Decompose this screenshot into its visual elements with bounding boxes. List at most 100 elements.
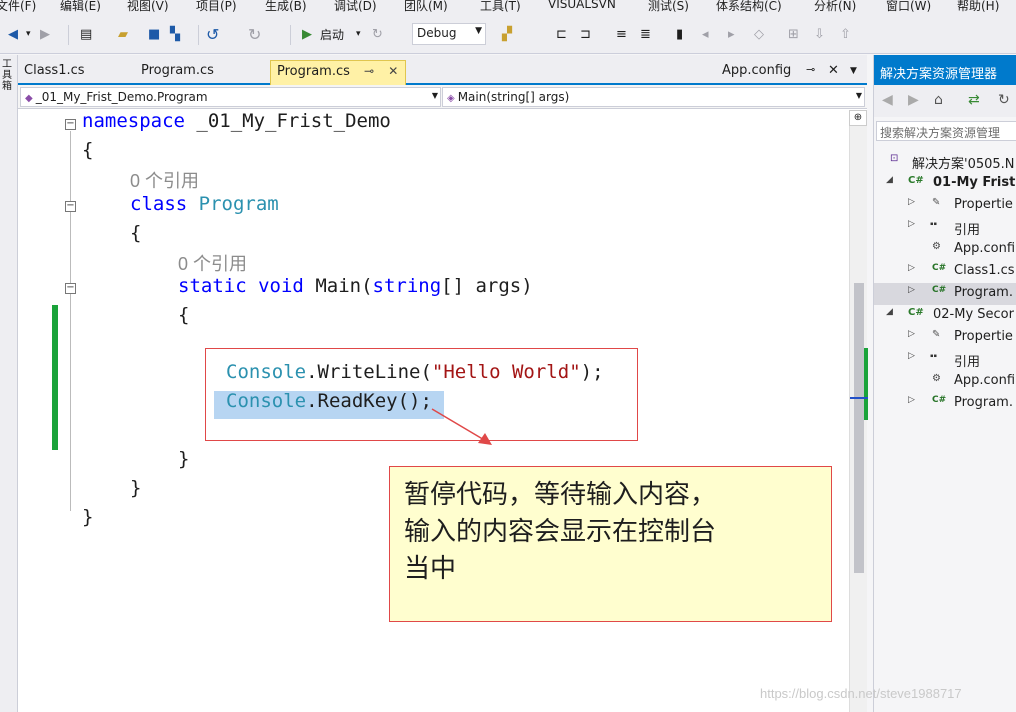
tree-item-class1[interactable]: ▷ C# Class1.cs — [874, 261, 1016, 283]
tree-item-app-config-2[interactable]: ⚙ App.confi — [874, 371, 1016, 393]
tab-label: Class1.cs — [24, 63, 85, 78]
solution-icon: ⊡ — [890, 153, 899, 164]
tab-class1[interactable]: Class1.cs — [18, 60, 91, 85]
collapse-class-icon[interactable]: − — [65, 201, 76, 212]
tree-item-references[interactable]: ▷ ▪▪ 引用 — [874, 217, 1016, 239]
collapse-namespace-icon[interactable]: − — [65, 119, 76, 130]
tree-item-label: Propertie — [954, 329, 1013, 344]
tree-item-app-config[interactable]: ⚙ App.confi — [874, 239, 1016, 261]
refresh-icon[interactable]: ↻ — [998, 92, 1010, 108]
start-dropdown-icon[interactable]: ▾ — [356, 23, 361, 45]
menu-file[interactable]: 文件(F) — [0, 0, 36, 14]
callout-line-2: 输入的内容会显示在控制台 — [404, 517, 717, 547]
pin-icon[interactable]: ⊸ — [806, 63, 815, 76]
tab-dropdown-icon[interactable]: ▼ — [850, 66, 857, 76]
collapse-method-icon[interactable]: − — [65, 283, 76, 294]
member-nav-dropdown[interactable]: ◈ Main(string[] args) ▼ — [442, 87, 865, 107]
code-editor[interactable]: − − − namespace _01_My_Frist_Demo { 0 个引… — [18, 110, 849, 712]
tab-program-active[interactable]: Program.cs ⊸ ✕ — [270, 60, 406, 85]
menu-architecture[interactable]: 体系结构(C) — [716, 0, 782, 14]
collapsed-icon[interactable]: ▷ — [908, 263, 915, 273]
new-project-icon[interactable]: ▤ — [80, 23, 92, 45]
tree-item-solution[interactable]: ⊡ 解决方案'0505.N — [874, 151, 1016, 173]
comment-icon[interactable]: ≡ — [616, 23, 627, 45]
toolbox-strip[interactable]: 工具箱 — [0, 55, 18, 712]
menu-view[interactable]: 视图(V) — [127, 0, 169, 14]
vertical-scrollbar[interactable] — [849, 110, 868, 712]
close-icon[interactable]: ✕ — [828, 63, 839, 78]
menu-edit[interactable]: 编辑(E) — [60, 0, 101, 14]
bookmark-prev-icon[interactable]: ◂ — [702, 23, 709, 45]
sync-icon[interactable]: ⇄ — [968, 92, 980, 108]
tab-app-config[interactable]: App.config — [722, 63, 791, 78]
menu-build[interactable]: 生成(B) — [265, 0, 307, 14]
expanded-icon[interactable]: ◢ — [886, 175, 893, 185]
bookmark-clear-icon[interactable]: ◇ — [754, 23, 764, 45]
redo-icon[interactable]: ↻ — [248, 23, 261, 45]
menu-analyze[interactable]: 分析(N) — [814, 0, 856, 14]
code-line-class: class Program — [130, 193, 279, 215]
collapsed-icon[interactable]: ▷ — [908, 329, 915, 339]
save-icon[interactable]: ■ — [148, 23, 160, 45]
back-dropdown-icon[interactable]: ▾ — [26, 23, 31, 45]
tab-program-1[interactable]: Program.cs — [135, 60, 220, 85]
config-icon: ⚙ — [932, 241, 941, 252]
back-icon[interactable]: ◀ — [8, 23, 18, 45]
configuration-select[interactable]: Debug ▼ — [412, 23, 486, 45]
bookmark-icon[interactable]: ▮ — [676, 23, 683, 45]
menu-visualsvn[interactable]: VISUALSVN — [548, 0, 616, 11]
close-icon[interactable]: ✕ — [388, 64, 398, 78]
class-nav-dropdown[interactable]: ◆ _01_My_Frist_Demo.Program ▼ — [20, 87, 441, 107]
pull-icon[interactable]: ⇩ — [814, 23, 825, 45]
menu-window[interactable]: 窗口(W) — [886, 0, 931, 14]
config-icon: ⚙ — [932, 373, 941, 384]
callout-line-1: 暂停代码，等待输入内容， — [404, 480, 717, 510]
bookmark-next-icon[interactable]: ▸ — [728, 23, 735, 45]
tree-item-project-2[interactable]: ◢ C# 02-My Secor — [874, 305, 1016, 327]
tree-item-program-selected[interactable]: ▷ C# Program. — [874, 283, 1016, 305]
forward-icon[interactable]: ▶ — [40, 23, 50, 45]
menu-team[interactable]: 团队(M) — [404, 0, 448, 14]
menu-test[interactable]: 测试(S) — [648, 0, 689, 14]
home-icon[interactable]: ⌂ — [934, 92, 943, 108]
expanded-icon[interactable]: ◢ — [886, 307, 893, 317]
menu-debug[interactable]: 调试(D) — [334, 0, 377, 14]
collapsed-icon[interactable]: ▷ — [908, 197, 915, 207]
solution-explorer-title: 解决方案资源管理器 — [874, 55, 1016, 85]
save-all-icon[interactable]: ▚ — [170, 23, 180, 45]
scrollbar-thumb[interactable] — [854, 283, 864, 573]
tree-item-project-1[interactable]: ◢ C# 01-My Frist — [874, 173, 1016, 195]
tree-item-program-2[interactable]: ▷ C# Program. — [874, 393, 1016, 415]
outdent-icon[interactable]: ⊐ — [580, 23, 591, 45]
reference-count-class[interactable]: 0 个引用 — [130, 167, 199, 193]
code-line-readkey: Console.ReadKey(); — [226, 390, 432, 412]
solution-search-input[interactable]: 搜索解决方案资源管理 — [876, 121, 1016, 141]
collapsed-icon[interactable]: ▷ — [908, 395, 915, 405]
menu-tools[interactable]: 工具(T) — [480, 0, 521, 14]
open-file-icon[interactable]: ▰ — [118, 23, 128, 45]
find-icon[interactable]: ▞ — [502, 23, 512, 45]
menu-help[interactable]: 帮助(H) — [957, 0, 999, 14]
diff-icon[interactable]: ⊞ — [788, 23, 799, 45]
menu-project[interactable]: 项目(P) — [196, 0, 237, 14]
collapsed-icon[interactable]: ▷ — [908, 219, 915, 229]
tree-item-properties-2[interactable]: ▷ ✎ Propertie — [874, 327, 1016, 349]
pin-icon[interactable]: ⊸ — [364, 64, 374, 78]
uncomment-icon[interactable]: ≣ — [640, 23, 651, 45]
reference-count-method[interactable]: 0 个引用 — [178, 250, 247, 276]
configuration-value: Debug — [417, 26, 457, 40]
tree-item-references-2[interactable]: ▷ ▪▪ 引用 — [874, 349, 1016, 371]
collapsed-icon[interactable]: ▷ — [908, 351, 915, 361]
start-label[interactable]: 启动 — [320, 23, 344, 45]
collapsed-icon[interactable]: ▷ — [908, 285, 915, 295]
indent-icon[interactable]: ⊏ — [556, 23, 567, 45]
start-icon[interactable]: ▶ — [302, 23, 312, 45]
refresh-icon[interactable]: ↻ — [372, 23, 383, 45]
back-icon[interactable]: ◀ — [882, 92, 893, 108]
forward-icon[interactable]: ▶ — [908, 92, 919, 108]
undo-icon[interactable]: ↺ — [206, 23, 219, 45]
change-marker — [864, 348, 868, 420]
split-icon[interactable]: ⊕ — [849, 110, 867, 126]
tree-item-properties[interactable]: ▷ ✎ Propertie — [874, 195, 1016, 217]
push-icon[interactable]: ⇧ — [840, 23, 851, 45]
